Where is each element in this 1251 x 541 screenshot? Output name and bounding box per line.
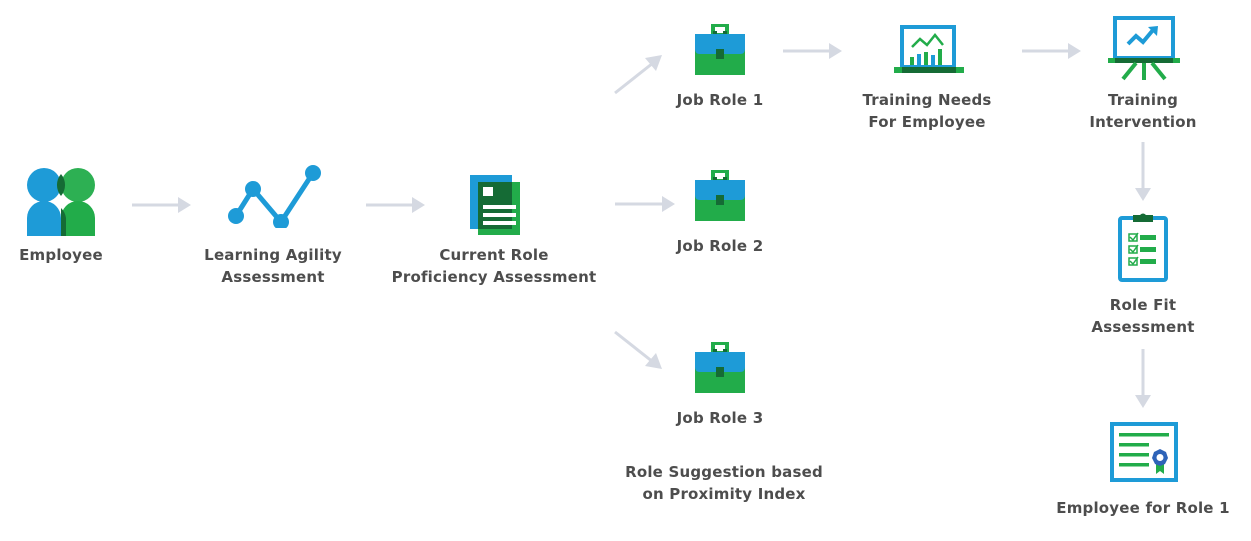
node-label-line2: Assessment — [221, 268, 325, 286]
line-chart-icon — [228, 165, 321, 228]
certificate-icon — [1110, 422, 1178, 482]
briefcase-icon — [695, 24, 745, 75]
laptop-chart-icon — [894, 25, 964, 73]
node-label-line2: Proficiency Assessment — [391, 268, 597, 286]
clipboard-checklist-icon — [1118, 213, 1168, 282]
people-icon — [27, 168, 95, 236]
caption-line1: Role Suggestion based — [625, 463, 823, 481]
document-icon — [470, 175, 520, 235]
node-label: Job Role 1 — [676, 91, 764, 109]
node-label-line1: Current Role — [439, 246, 549, 264]
briefcase-icon — [695, 342, 745, 393]
node-label-line2: For Employee — [868, 113, 986, 131]
briefcase-icon — [695, 170, 745, 221]
node-label-line1: Training — [1107, 91, 1179, 109]
node-label-line2: Assessment — [1091, 318, 1195, 336]
node-label-line1: Learning Agility — [204, 246, 342, 264]
node-label: Job Role 2 — [676, 237, 764, 255]
node-label: Employee for Role 1 — [1056, 499, 1230, 517]
node-label: Job Role 3 — [676, 409, 764, 427]
presentation-board-icon — [1108, 16, 1180, 81]
node-label-line1: Role Fit — [1109, 296, 1177, 314]
node-label-line1: Training Needs — [862, 91, 992, 109]
node-label: Employee — [19, 246, 103, 264]
node-label-line2: Intervention — [1089, 113, 1197, 131]
arrow-role-fit-to-employee-for-role — [1135, 349, 1151, 408]
caption-line2: on Proximity Index — [642, 485, 806, 503]
